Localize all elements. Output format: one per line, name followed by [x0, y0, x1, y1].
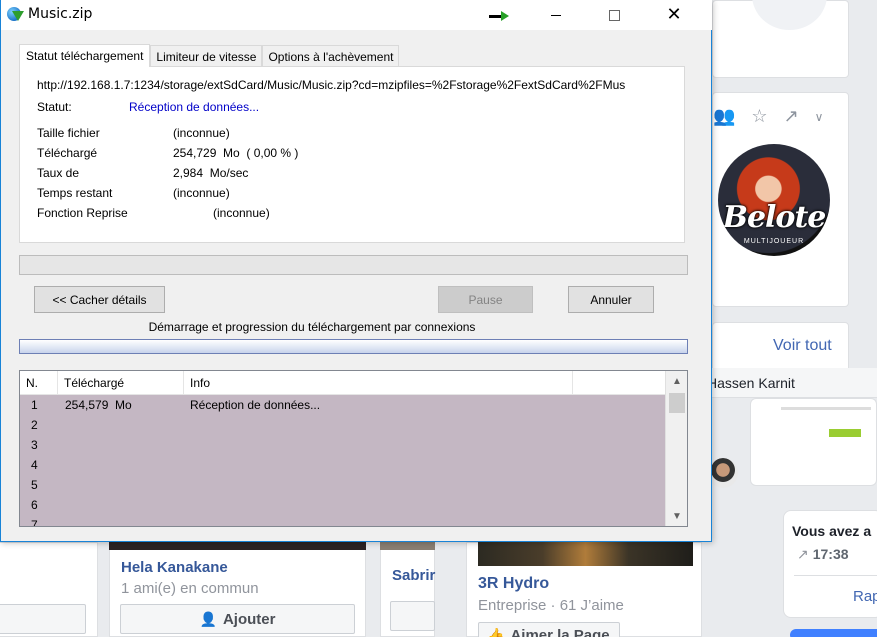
row-number: 5	[31, 478, 38, 492]
time-left-label: Temps restant	[37, 186, 113, 200]
list-row[interactable]: 3	[20, 435, 665, 455]
close-icon: ✕	[666, 4, 682, 25]
list-row[interactable]: 2	[20, 415, 665, 435]
list-row[interactable]: 5	[20, 475, 665, 495]
fb-person-photo-strip-2	[380, 542, 435, 550]
list-row[interactable]: 6	[20, 495, 665, 515]
tab-completion-options[interactable]: Options à l'achèvement	[262, 45, 400, 67]
time-left-value: (inconnue)	[173, 186, 230, 200]
row-downloaded: 254,579 Mo	[65, 398, 132, 412]
list-header: N. Téléchargé Info	[20, 371, 665, 395]
list-row[interactable]: 7	[20, 515, 665, 527]
notification-action-link[interactable]: Rap	[853, 588, 877, 605]
download-url: http://192.168.1.7:1234/storage/extSdCar…	[37, 78, 626, 92]
cancel-button[interactable]: Annuler	[568, 286, 654, 313]
like-page-label: Aimer la Page	[510, 626, 610, 637]
column-header-info[interactable]: Info	[184, 371, 573, 395]
page-meta: Entreprise · 61 J’aime	[478, 597, 624, 614]
page-name[interactable]: 3R Hydro	[478, 575, 549, 593]
notification-divider	[794, 575, 877, 576]
person-name-hela[interactable]: Hela Kanakane	[121, 559, 228, 576]
downloaded-value: 254,729 Mo ( 0,00 % )	[173, 146, 299, 160]
connections-progress-bar	[19, 339, 688, 354]
notification-title: Vous avez a	[792, 523, 872, 539]
fb-person-photo-strip	[109, 542, 366, 550]
star-message-icon[interactable]: ☆	[751, 106, 767, 127]
add-person-icon: 👤	[199, 610, 217, 627]
hide-details-button[interactable]: << Cacher détails	[34, 286, 165, 313]
download-manager-icon	[7, 7, 24, 23]
connections-caption: Démarrage et progression du téléchargeme…	[148, 320, 476, 334]
chat-avatar	[708, 458, 738, 488]
chat-contact-name[interactable]: Hassen Karnit	[707, 375, 795, 391]
fb-add-button-left[interactable]	[0, 604, 86, 634]
transfer-rate-value: 2,984 Mo/sec	[173, 166, 249, 180]
column-header-downloaded[interactable]: Téléchargé	[58, 371, 184, 395]
scroll-thumb[interactable]	[669, 393, 685, 413]
minimize-icon	[551, 14, 561, 16]
notification-time: ↗ 17:38	[797, 546, 849, 562]
close-button[interactable]: ✕	[651, 0, 697, 30]
file-size-label: Taille fichier	[37, 126, 100, 140]
page-cover-photo[interactable]	[478, 542, 693, 566]
fb-blue-button-edge[interactable]	[790, 629, 877, 637]
row-number: 2	[31, 418, 38, 432]
row-number: 1	[31, 398, 38, 412]
column-header-extra[interactable]	[573, 371, 665, 395]
preview-green-button	[829, 429, 861, 437]
overall-progress-bar	[19, 255, 688, 275]
list-row[interactable]: 4	[20, 455, 665, 475]
like-page-button[interactable]: 👍 Aimer la Page	[478, 622, 620, 637]
list-scrollbar[interactable]: ▲ ▼	[665, 371, 687, 526]
tab-download-status[interactable]: Statut téléchargement	[19, 44, 151, 67]
minimize-button[interactable]	[533, 0, 579, 30]
resume-value: (inconnue)	[213, 206, 270, 220]
chat-shared-preview[interactable]	[750, 398, 877, 486]
connections-list[interactable]: N. Téléchargé Info 1 254,579 Mo Réceptio…	[19, 370, 688, 527]
trending-icon[interactable]: ↗	[784, 106, 799, 127]
friends-icon[interactable]: 👥	[713, 106, 735, 127]
thumbs-up-icon: 👍	[487, 626, 505, 637]
row-number: 6	[31, 498, 38, 512]
title-bar[interactable]: Music.zip ✕	[1, 0, 712, 30]
pause-button[interactable]: Pause	[438, 286, 533, 313]
row-number: 4	[31, 458, 38, 472]
chevron-down-icon[interactable]: ∨	[815, 110, 824, 127]
scroll-down-icon[interactable]: ▼	[666, 506, 687, 526]
add-friend-label: Ajouter	[222, 610, 276, 628]
download-status-panel: http://192.168.1.7:1234/storage/extSdCar…	[19, 66, 685, 243]
download-dialog: Music.zip ✕ Statut téléchargement Limite…	[0, 0, 712, 542]
scroll-up-icon[interactable]: ▲	[666, 371, 687, 391]
maximize-button[interactable]	[591, 0, 637, 30]
title-progress-arrow-icon	[501, 11, 509, 21]
belote-logo-subtext: MULTIJOUEUR	[743, 238, 805, 245]
fb-add-button-sabrir[interactable]	[390, 601, 435, 631]
preview-text-line	[781, 407, 871, 410]
see-all-link[interactable]: Voir tout	[773, 337, 832, 355]
share-arrow-icon: ↗	[797, 546, 809, 562]
resume-label: Fonction Reprise	[37, 206, 128, 220]
download-arrow-icon	[12, 11, 24, 21]
status-label: Statut:	[37, 100, 72, 114]
file-size-value: (inconnue)	[173, 126, 230, 140]
list-row[interactable]: 1 254,579 Mo Réception de données...	[20, 395, 665, 415]
transfer-rate-label: Taux de	[37, 166, 80, 180]
row-number: 7	[31, 518, 38, 527]
status-value: Réception de données...	[129, 100, 260, 114]
belote-logo-text: Belote	[722, 200, 827, 235]
window-title: Music.zip	[28, 6, 93, 22]
row-number: 3	[31, 438, 38, 452]
maximize-icon	[608, 9, 620, 21]
column-header-number[interactable]: N.	[20, 371, 58, 395]
belote-game-logo[interactable]: Belote MULTIJOUEUR	[718, 144, 830, 256]
downloaded-label: Téléchargé	[37, 146, 98, 160]
list-body: 1 254,579 Mo Réception de données... 2 3…	[20, 395, 665, 527]
tab-bar: Statut téléchargement Limiteur de vitess…	[19, 44, 400, 67]
fb-card-icons: 👥 ☆ ↗ ∨	[713, 106, 823, 127]
person-name-sabrir[interactable]: Sabrir	[392, 567, 435, 584]
add-friend-button[interactable]: 👤 Ajouter	[120, 604, 355, 634]
row-info: Réception de données...	[190, 398, 321, 412]
person-mutual-friends: 1 ami(e) en commun	[121, 580, 259, 597]
tab-speed-limiter[interactable]: Limiteur de vitesse	[150, 45, 263, 67]
